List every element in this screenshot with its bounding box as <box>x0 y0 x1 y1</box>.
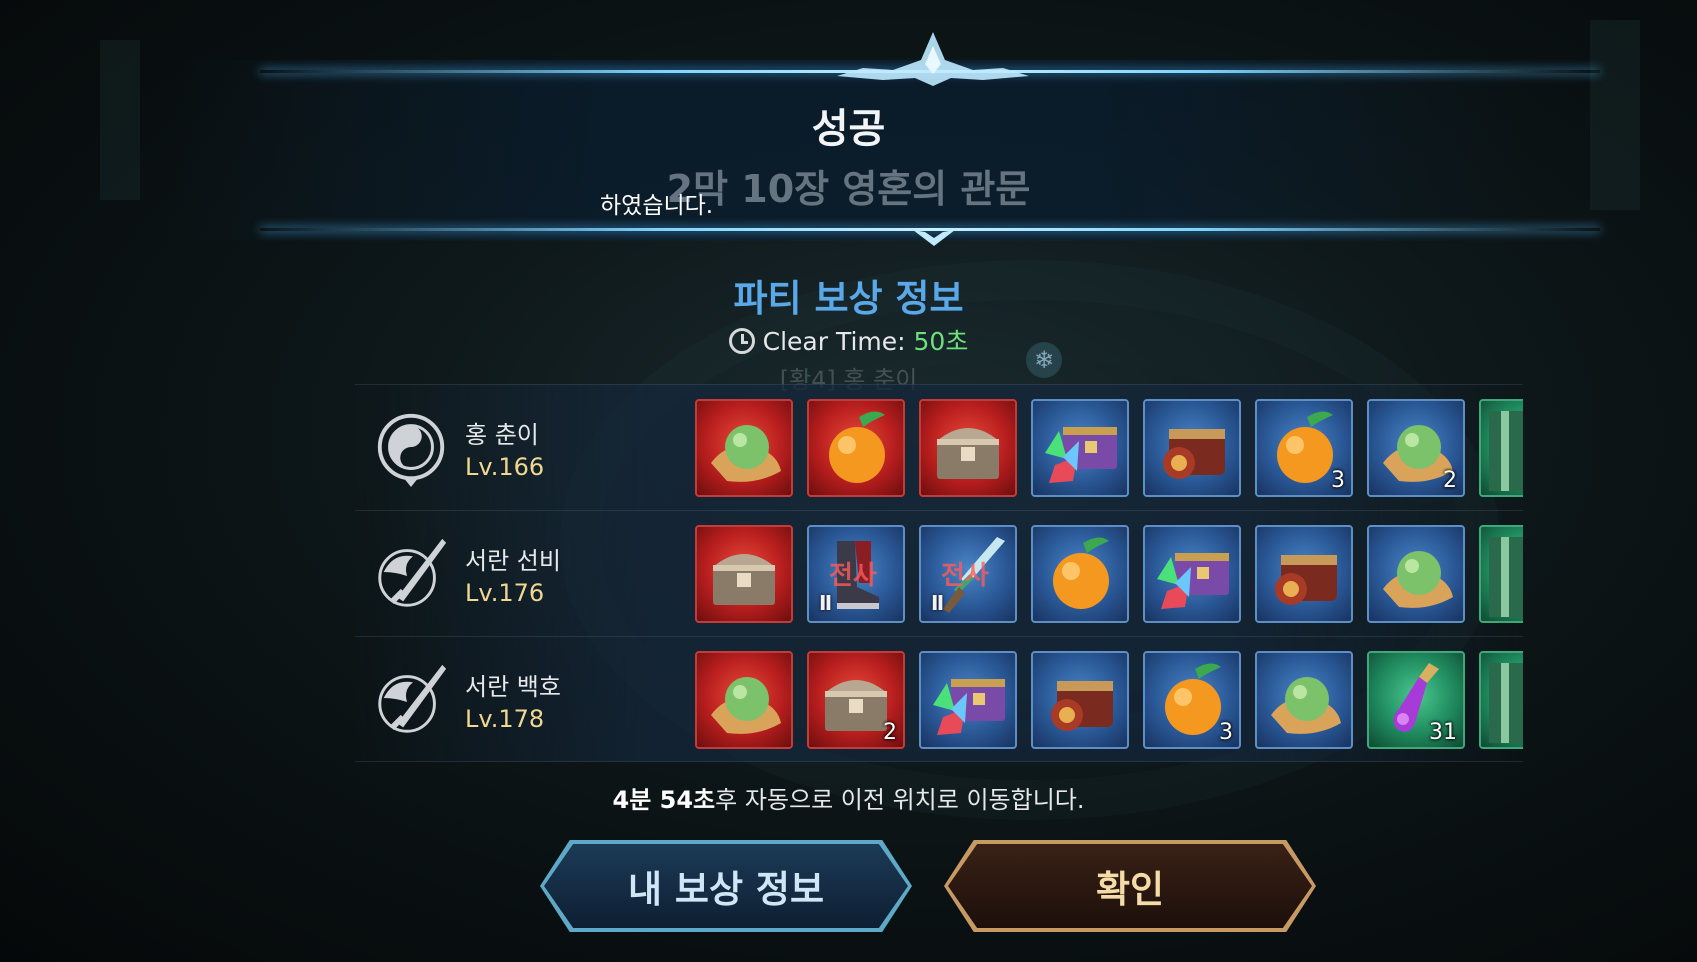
ornate-chest-icon <box>1051 681 1113 731</box>
reward-item-slot[interactable] <box>1255 651 1353 749</box>
player-reward-row: 서란 백호 Lv.178 2 3 31 <box>355 636 1523 762</box>
snowflake-icon: ❄ <box>1026 342 1062 378</box>
item-count: 2 <box>1443 468 1457 493</box>
treasure-chest-icon <box>937 428 999 479</box>
player-name: 서란 선비 <box>465 547 561 575</box>
ornate-chest-icon <box>1163 429 1225 479</box>
item-count: 2 <box>883 720 897 745</box>
item-count: 3 <box>1219 720 1233 745</box>
reward-item-slot[interactable] <box>1479 651 1523 749</box>
reward-item-slot[interactable]: 전사 Ⅱ <box>807 525 905 623</box>
overlay-message: 하였습니다. <box>600 193 714 219</box>
confirm-button[interactable]: 확인 <box>944 840 1316 932</box>
banner-bottom-ornament-icon <box>913 230 955 246</box>
reward-item-slot[interactable]: 3 <box>1143 651 1241 749</box>
crest-ornament-icon <box>837 32 1029 86</box>
reward-item-slot[interactable] <box>695 525 793 623</box>
reward-item-slot[interactable] <box>1031 399 1129 497</box>
treasure-chest-icon <box>713 554 775 605</box>
reward-item-slot[interactable]: 3 <box>1255 399 1353 497</box>
reward-item-slot[interactable]: 2 <box>807 651 905 749</box>
auto-move-time: 4분 54초 <box>612 786 716 814</box>
player-level: Lv.178 <box>465 705 545 733</box>
reward-item-slot[interactable] <box>919 651 1017 749</box>
reward-item-slot[interactable] <box>1479 525 1523 623</box>
reward-item-slot[interactable]: 31 <box>1367 651 1465 749</box>
green-orb-icon <box>711 677 781 734</box>
player-reward-row: 서란 선비 Lv.176 전사 Ⅱ 전사 Ⅱ <box>355 510 1523 636</box>
dragon-sword-crest-icon <box>378 538 447 607</box>
player-level: Lv.176 <box>465 579 545 607</box>
reward-item-slot[interactable] <box>695 651 793 749</box>
auto-move-text: 후 자동으로 이전 위치로 이동합니다. <box>715 786 1085 814</box>
scroll-icon <box>1489 663 1523 743</box>
reward-item-slot[interactable] <box>807 399 905 497</box>
crystal-chest-icon <box>1157 553 1229 609</box>
dragon-sword-crest-icon <box>378 664 447 733</box>
tier-label: Ⅱ <box>819 591 833 615</box>
result-title: 성공 <box>811 106 886 152</box>
party-reward-list: 홍 춘이 Lv.166 3 2 서란 선비 Lv.176 전사 Ⅱ 전사 Ⅱ 서란 백호 Lv.178… <box>355 384 1523 762</box>
crystal-chest-icon <box>933 679 1005 735</box>
player-reward-row: 홍 춘이 Lv.166 3 2 <box>355 384 1523 510</box>
item-count: 31 <box>1429 720 1457 745</box>
green-orb-icon <box>711 425 781 482</box>
reward-item-slot[interactable] <box>1031 651 1129 749</box>
reward-item-list: 32 <box>695 399 1523 497</box>
player-name: 홍 춘이 <box>465 421 539 449</box>
clear-time-label: Clear Time: <box>762 327 906 356</box>
reward-item-slot[interactable] <box>1031 525 1129 623</box>
reward-item-slot[interactable] <box>919 399 1017 497</box>
reward-item-slot[interactable] <box>1255 525 1353 623</box>
confirm-button-label: 확인 <box>1095 868 1165 911</box>
my-reward-button[interactable]: 내 보상 정보 <box>540 840 912 932</box>
yin-yang-crest-icon <box>377 413 445 488</box>
reward-item-list: 2 3 31 <box>695 651 1523 749</box>
class-tag: 전사 <box>829 561 877 591</box>
crystal-chest-icon <box>1045 427 1117 483</box>
scroll-icon <box>1489 411 1523 491</box>
reward-item-slot[interactable]: 2 <box>1367 399 1465 497</box>
stage-subtitle: 2막 10장 영혼의 관문 <box>666 167 1031 211</box>
class-tag: 전사 <box>941 561 989 591</box>
reward-item-slot[interactable] <box>1143 399 1241 497</box>
party-reward-title: 파티 보상 정보 <box>733 277 964 320</box>
clear-time-value: 50초 <box>913 327 969 356</box>
item-count: 3 <box>1331 468 1345 493</box>
orange-fruit-icon <box>829 411 885 483</box>
reward-item-slot[interactable] <box>1143 525 1241 623</box>
reward-item-slot[interactable] <box>1479 399 1523 497</box>
ornate-chest-icon <box>1275 555 1337 605</box>
orange-fruit-icon <box>1053 537 1109 609</box>
scroll-icon <box>1489 537 1523 617</box>
clock-icon <box>728 328 755 354</box>
reward-item-slot[interactable] <box>1367 525 1465 623</box>
reward-item-slot[interactable] <box>695 399 793 497</box>
clear-time: Clear Time: 50초 <box>0 322 1697 358</box>
auto-move-message: 4분 54초후 자동으로 이전 위치로 이동합니다. <box>0 780 1697 815</box>
player-name: 서란 백호 <box>465 673 561 701</box>
green-orb-icon <box>1271 677 1341 734</box>
my-reward-button-label: 내 보상 정보 <box>628 868 824 911</box>
tier-label: Ⅱ <box>931 591 945 615</box>
player-level: Lv.166 <box>465 453 545 481</box>
green-orb-icon <box>1383 551 1453 608</box>
reward-item-list: 전사 Ⅱ 전사 Ⅱ <box>695 525 1523 623</box>
reward-item-slot[interactable]: 전사 Ⅱ <box>919 525 1017 623</box>
